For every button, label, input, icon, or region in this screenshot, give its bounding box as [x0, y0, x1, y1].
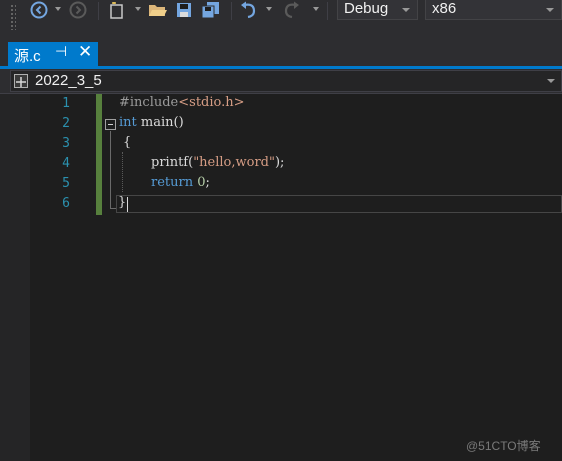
undo-button[interactable] — [238, 0, 260, 20]
undo-dropdown-icon[interactable] — [266, 7, 272, 11]
save-all-button[interactable] — [200, 0, 222, 20]
configuration-value: Debug — [344, 0, 389, 17]
toolbar-separator — [98, 2, 99, 20]
code-editor[interactable]: 1 2 3 4 5 6 #include<stdio.h> int main()… — [0, 94, 562, 461]
semicolon: ; — [205, 175, 210, 190]
new-project-button[interactable] — [106, 0, 128, 20]
keyword: return — [151, 175, 194, 190]
standard-toolbar: Debug x86 — [0, 0, 562, 36]
function-call: printf — [151, 155, 189, 170]
open-brace: { — [123, 135, 132, 150]
line-number: 1 — [62, 96, 70, 111]
back-dropdown-icon[interactable] — [55, 7, 61, 11]
code-line: #include<stdio.h> — [119, 95, 245, 110]
preprocessor-directive: #include — [119, 95, 179, 110]
project-scope-value: 2022_3_5 — [35, 72, 102, 89]
solution-configuration-select[interactable]: Debug — [337, 0, 418, 20]
chevron-down-icon — [402, 8, 410, 12]
line-number: 6 — [62, 196, 70, 211]
redo-button[interactable] — [280, 0, 302, 20]
line-number: 4 — [62, 156, 70, 171]
include-header: <stdio.h> — [178, 95, 245, 110]
chevron-down-icon — [546, 8, 554, 12]
indicator-margin[interactable] — [0, 94, 30, 461]
keyword: int — [119, 115, 137, 130]
project-scope-dropdown[interactable]: 2022_3_5 — [10, 70, 562, 92]
redo-icon — [284, 1, 299, 19]
current-line-highlight — [116, 195, 562, 213]
back-arrow-icon — [30, 1, 48, 19]
code-line: return 0; — [151, 175, 210, 190]
save-icon — [177, 3, 191, 17]
paren: ); — [274, 155, 285, 170]
indent-guide — [122, 152, 123, 192]
save-all-icon — [201, 2, 219, 19]
document-tab-strip: 源.c ⊣ ✕ — [0, 36, 562, 66]
line-number: 3 — [62, 136, 70, 151]
toolbar-separator — [231, 2, 232, 20]
folder-open-icon — [149, 5, 167, 16]
new-item-dropdown-icon[interactable] — [135, 7, 141, 11]
function-signature: main() — [136, 115, 184, 130]
change-tracking-bar — [96, 94, 102, 215]
toolbar-grip[interactable] — [10, 4, 16, 30]
toolbar-separator — [327, 2, 328, 20]
code-line: { — [123, 135, 131, 150]
collapse-toggle-icon[interactable] — [105, 119, 116, 130]
string-literal: "hello,word" — [193, 155, 275, 170]
pin-icon[interactable]: ⊣ — [55, 43, 67, 60]
code-line: int main() — [119, 115, 184, 130]
project-icon — [14, 74, 28, 88]
undo-icon — [241, 1, 256, 19]
solution-platform-select[interactable]: x86 — [425, 0, 562, 20]
platform-value: x86 — [432, 0, 457, 17]
text-caret — [127, 197, 128, 212]
code-line: } — [118, 195, 126, 210]
navigation-bar: 2022_3_5 — [0, 69, 562, 94]
tab-source-file[interactable]: 源.c ⊣ ✕ — [8, 42, 98, 66]
open-file-button[interactable] — [147, 0, 169, 20]
watermark: @51CTO博客 — [466, 439, 541, 453]
new-item-icon — [110, 2, 123, 19]
navigate-forward-button[interactable] — [68, 0, 88, 20]
chevron-down-icon — [547, 79, 555, 83]
forward-arrow-icon — [69, 1, 87, 19]
number-literal: 0 — [197, 175, 206, 190]
code-line: printf("hello,word"); — [151, 155, 284, 170]
redo-dropdown-icon[interactable] — [313, 7, 319, 11]
line-number: 5 — [62, 176, 70, 191]
navigate-back-button[interactable] — [29, 0, 49, 20]
tab-title: 源.c — [14, 48, 41, 65]
close-brace: } — [118, 195, 127, 210]
close-icon[interactable]: ✕ — [78, 42, 92, 62]
save-button[interactable] — [174, 0, 194, 20]
outline-guide — [110, 131, 111, 209]
line-number: 2 — [62, 116, 70, 131]
